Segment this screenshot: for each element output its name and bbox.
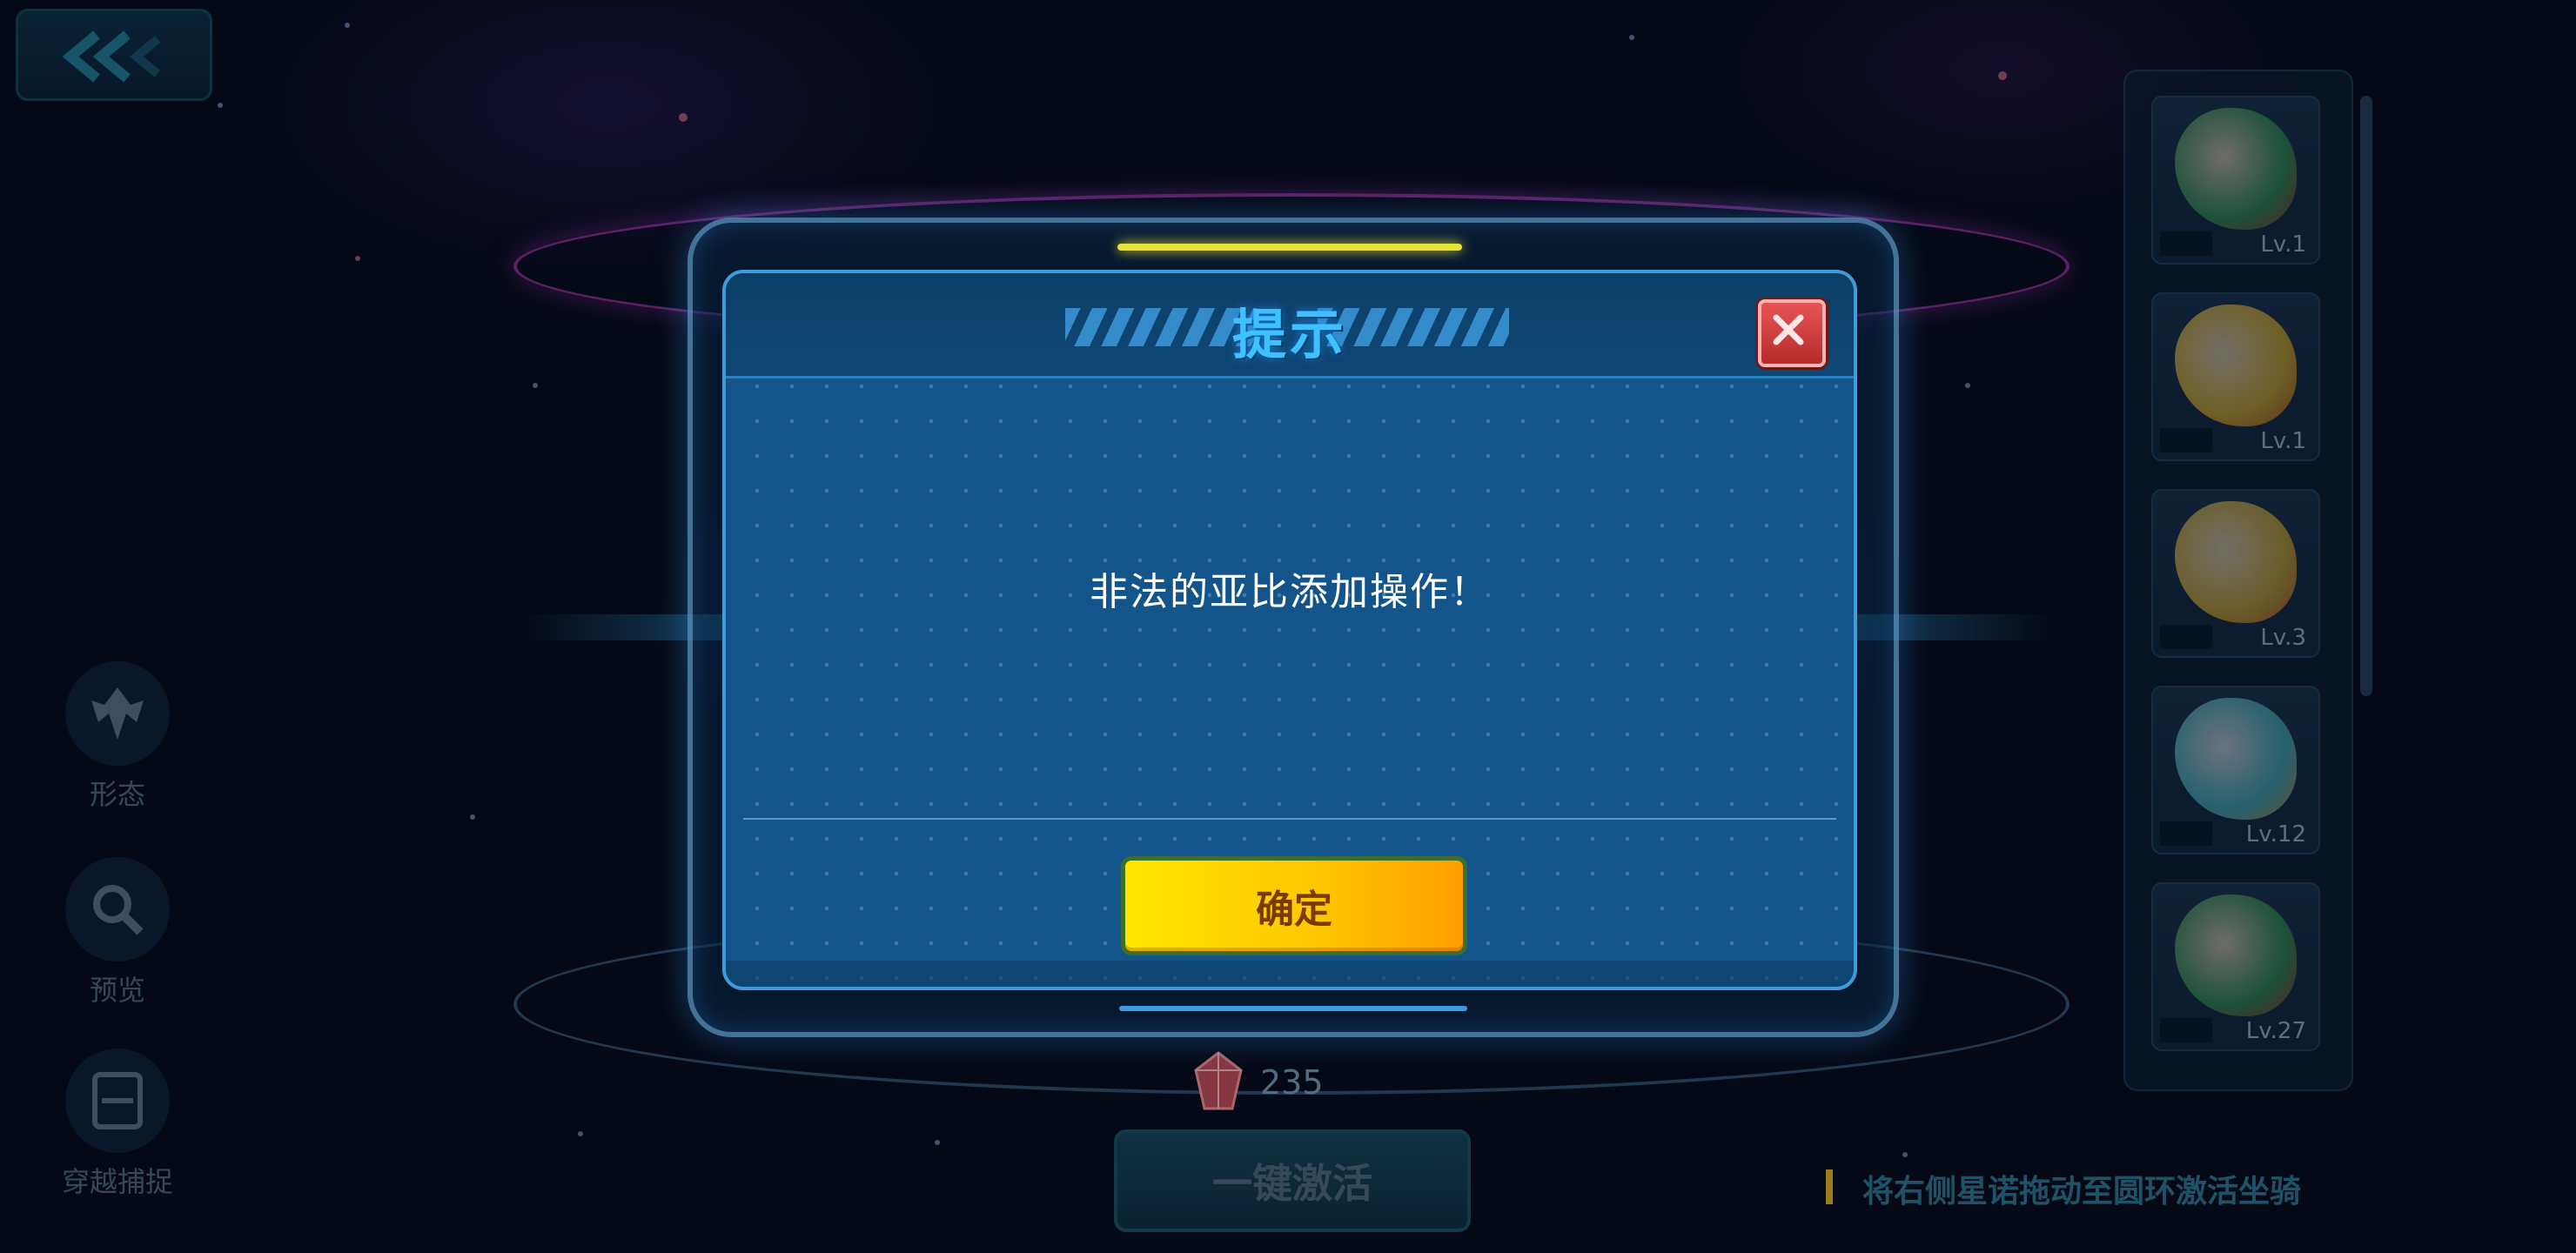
confirm-button[interactable]: 确定 (1121, 856, 1467, 955)
alert-dialog: 提示 非法的亚比添加操作！ 确定 (722, 270, 1857, 990)
dialog-header: 提示 (726, 273, 1854, 379)
dialog-message: 非法的亚比添加操作！ (1090, 570, 1490, 614)
close-icon (1773, 314, 1804, 345)
dialog-top-glow (1117, 244, 1462, 251)
dialog-bottom-line (1119, 1006, 1467, 1011)
dialog-footer (726, 961, 1854, 987)
dialog-title: 提示 (1231, 303, 1347, 366)
close-button[interactable] (1758, 299, 1826, 367)
dialog-divider (743, 818, 1836, 820)
